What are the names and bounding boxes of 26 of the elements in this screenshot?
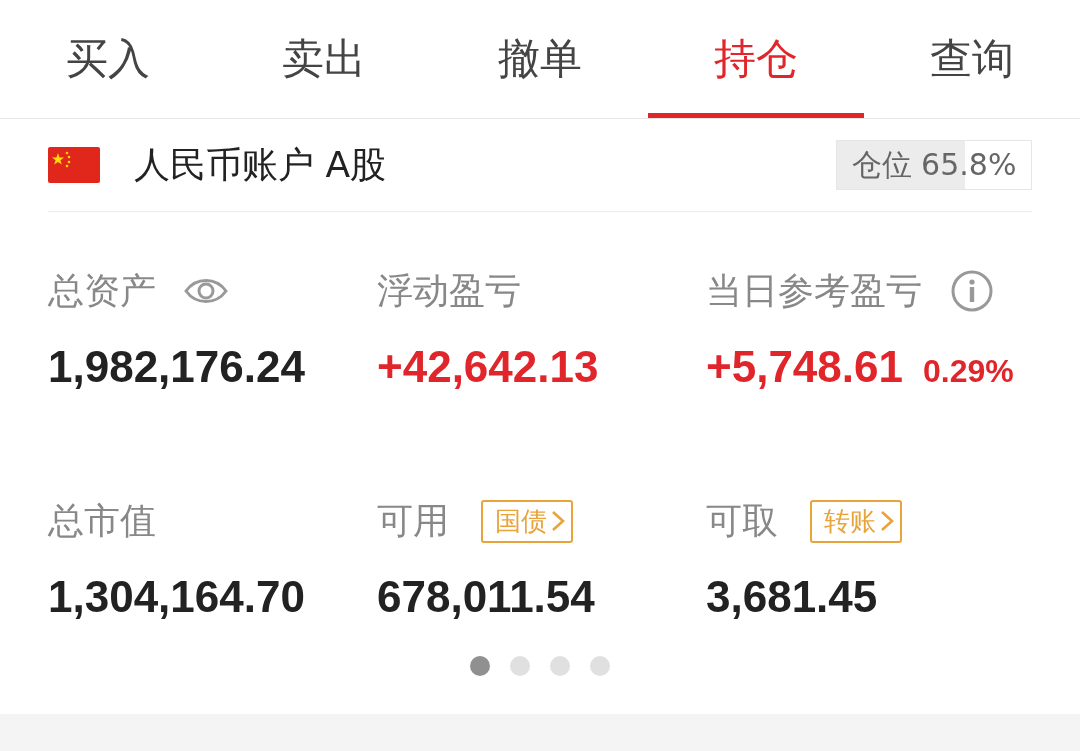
account-name: 人民币账户 A股: [134, 142, 388, 187]
stat-label: 总资产: [48, 268, 156, 313]
stat-label: 可用: [377, 498, 449, 543]
info-icon[interactable]: [950, 269, 994, 313]
tab[interactable]: 买入: [0, 0, 216, 118]
stat-percent: 0.29%: [922, 353, 1014, 390]
stat-label: 总市值: [48, 498, 156, 543]
tab[interactable]: 查询: [864, 0, 1080, 118]
page-dot[interactable]: [470, 656, 490, 676]
tab[interactable]: 卖出: [216, 0, 432, 118]
page-dot[interactable]: [550, 656, 570, 676]
page-dot[interactable]: [590, 656, 610, 676]
stat-value: 1,982,176.24: [48, 342, 305, 392]
stat-value: 1,304,164.70: [48, 572, 305, 622]
position-reading: 仓位 65.8%: [851, 145, 1017, 184]
stat-value: 3,681.45: [706, 572, 878, 622]
stat-label: 当日参考盈亏: [706, 268, 922, 313]
stat-label: 可取: [706, 498, 778, 543]
tab[interactable]: 持仓: [648, 0, 864, 118]
stat-label: 浮动盈亏: [377, 268, 521, 313]
tab[interactable]: 撤单: [432, 0, 648, 118]
flag-icon: [48, 147, 100, 183]
stat-value: +5,748.61: [706, 342, 903, 392]
page-dot[interactable]: [510, 656, 530, 676]
stat-value: 678,011.54: [377, 572, 595, 622]
stat-value: +42,642.13: [377, 342, 599, 392]
